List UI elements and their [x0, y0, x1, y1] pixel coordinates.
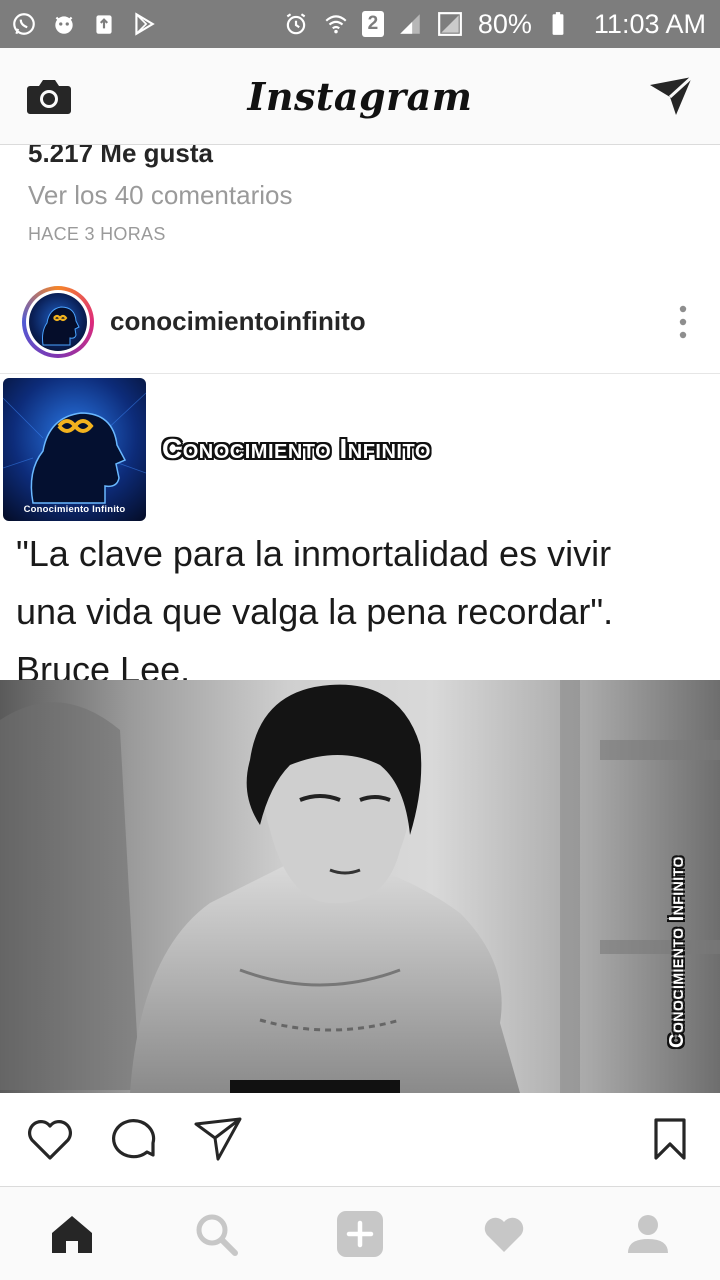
recycle-icon — [90, 10, 118, 38]
app-logo: Instagram — [247, 73, 473, 119]
camera-icon — [27, 80, 71, 114]
app-header: Instagram — [0, 48, 720, 145]
nav-search[interactable] — [180, 1198, 252, 1270]
nav-activity[interactable] — [468, 1198, 540, 1270]
brand-logo-label: Conocimiento Infinito — [23, 504, 126, 515]
profile-icon — [628, 1214, 668, 1253]
post-header: conocimientoinfinito — [0, 270, 720, 374]
play-store-icon — [130, 10, 158, 38]
notification-app-icon — [50, 10, 78, 38]
sim-badge: 2 — [361, 11, 384, 37]
battery-icon — [544, 10, 572, 38]
quote-text: "La clave para la inmortalidad es vivir … — [16, 525, 706, 699]
whatsapp-icon — [10, 10, 38, 38]
battery-percent: 80% — [477, 8, 532, 39]
heart-icon — [28, 1120, 72, 1160]
brand-title: Conocimiento Infinito — [162, 433, 431, 464]
wifi-icon — [322, 10, 350, 38]
more-options-button[interactable] — [668, 297, 698, 347]
nav-add[interactable] — [324, 1198, 396, 1270]
post-photo — [0, 680, 720, 1093]
post-action-bar — [0, 1093, 720, 1185]
status-bar: 2 80% 11:03 AM — [0, 0, 720, 48]
bookmark-icon — [654, 1118, 686, 1160]
save-button[interactable] — [642, 1111, 698, 1167]
photo-watermark: Conocimiento Infinito — [666, 856, 688, 1048]
head-silhouette-icon — [42, 305, 80, 345]
avatar-frame — [26, 289, 90, 354]
status-time: 11:03 AM — [593, 8, 706, 39]
signal-icon-2 — [436, 10, 464, 38]
direct-message-button[interactable] — [646, 71, 696, 121]
more-vertical-icon — [679, 305, 687, 338]
photo-illustration — [0, 680, 720, 1093]
avatar-image — [29, 292, 87, 351]
home-icon — [52, 1215, 92, 1253]
add-icon — [337, 1210, 383, 1257]
share-icon — [194, 1117, 242, 1161]
brand-logo: Conocimiento Infinito — [3, 378, 146, 521]
camera-button[interactable] — [24, 71, 74, 121]
activity-heart-icon — [484, 1217, 524, 1252]
view-comments-link[interactable]: Ver los 40 comentarios — [28, 180, 292, 211]
nav-profile[interactable] — [612, 1198, 684, 1270]
share-button[interactable] — [190, 1111, 246, 1167]
comment-icon — [112, 1119, 156, 1159]
search-icon — [196, 1214, 238, 1256]
bottom-navigation — [0, 1186, 720, 1280]
previous-post-footer: 5.217 Me gusta Ver los 40 comentarios HA… — [0, 130, 720, 270]
alarm-icon — [282, 10, 310, 38]
status-right-icons: 2 80% 11:03 AM — [282, 9, 706, 40]
like-button[interactable] — [22, 1111, 78, 1167]
quote-line-2: una vida que valga la pena recordar". — [16, 591, 614, 632]
head-silhouette-icon — [3, 392, 146, 504]
nav-home[interactable] — [36, 1198, 108, 1270]
direct-message-icon — [650, 75, 694, 115]
post-timestamp: HACE 3 HORAS — [28, 224, 166, 244]
avatar[interactable] — [22, 285, 94, 358]
signal-icon — [396, 10, 424, 38]
post-username[interactable]: conocimientoinfinito — [110, 306, 366, 337]
post-image[interactable]: Conocimiento Infinito Conocimiento Infin… — [0, 375, 720, 1093]
comment-button[interactable] — [106, 1111, 162, 1167]
status-left-icons — [10, 10, 158, 38]
quote-line-1: "La clave para la inmortalidad es vivir — [16, 533, 612, 574]
